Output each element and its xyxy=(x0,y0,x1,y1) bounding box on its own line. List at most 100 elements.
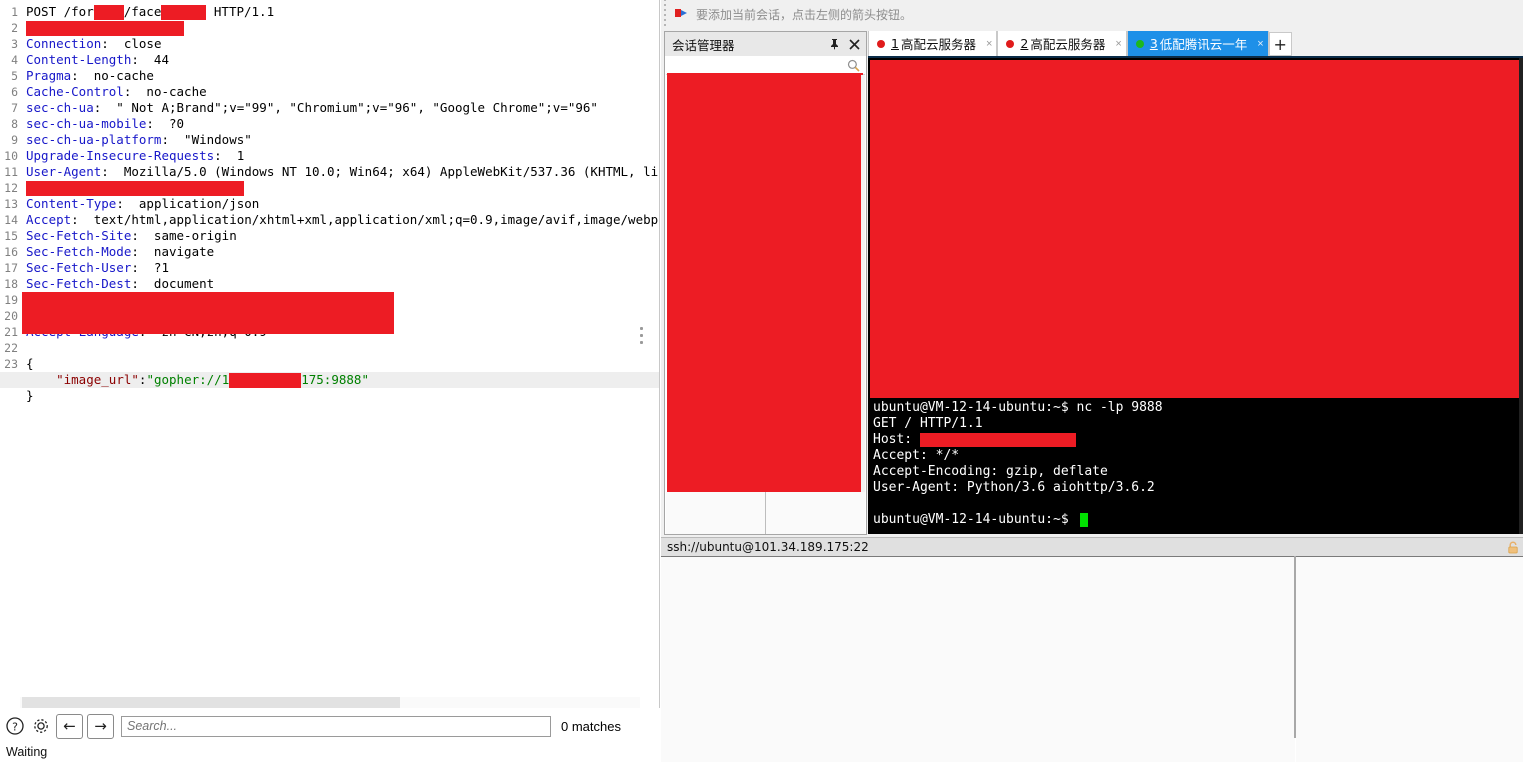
line-content: Content-Type: application/json xyxy=(26,196,259,212)
session-column-right[interactable] xyxy=(766,492,865,534)
line-number: 1 xyxy=(11,5,18,19)
toolbar-grip[interactable] xyxy=(661,0,669,29)
redaction-block xyxy=(93,5,124,20)
header-name: Content-Length xyxy=(26,52,132,67)
session-manager-columns xyxy=(666,492,865,534)
line-number: 18 xyxy=(4,277,18,291)
pin-icon[interactable] xyxy=(826,36,842,52)
question-mark-circle-icon[interactable]: ? xyxy=(4,715,26,737)
close-icon[interactable]: × xyxy=(1115,38,1121,50)
text-run: : 1 xyxy=(214,148,245,163)
code-line: 1 POST /for/face HTTP/1.1 xyxy=(0,4,659,20)
text-run: : ?1 xyxy=(131,260,169,275)
redaction-block xyxy=(229,373,302,388)
header-name: Sec-Fetch-Site xyxy=(26,228,132,243)
terminal-output: ubuntu@VM-12-14-ubuntu:~$ nc -lp 9888 GET… xyxy=(873,400,1163,528)
code-line: 23 { xyxy=(0,356,659,372)
close-icon[interactable]: × xyxy=(986,38,992,50)
header-name: User-Agent xyxy=(26,164,102,179)
gear-icon[interactable] xyxy=(30,715,52,737)
text-run xyxy=(26,372,56,387)
editor-horizontal-scrollbar[interactable] xyxy=(20,697,640,708)
tab-status-dot xyxy=(877,39,885,48)
terminal-line: Accept: */* xyxy=(873,448,1163,464)
terminal-line: Accept-Encoding: gzip, deflate xyxy=(873,464,1163,480)
close-icon[interactable]: × xyxy=(1257,38,1263,50)
json-string: "gopher://1 xyxy=(146,372,230,387)
new-tab-button[interactable]: + xyxy=(1268,32,1292,56)
text-run: : no-cache xyxy=(123,84,207,99)
editor-bottom-toolbar: ? ← → 0 matches xyxy=(0,710,660,742)
line-content: sec-ch-ua-mobile: ?0 xyxy=(26,116,184,132)
text-run: { xyxy=(26,356,34,371)
back-arrow-icon: ← xyxy=(63,717,76,735)
terminal-text: User-Agent: Python/3.6 aiohttp/3.6.2 xyxy=(873,480,1155,495)
line-content: "image_url":"gopher://1 175:9888" xyxy=(26,372,369,388)
line-number: 20 xyxy=(4,309,18,323)
terminal-tab-1[interactable]: 1 高配云服务器 × xyxy=(868,31,998,56)
svg-text:?: ? xyxy=(12,720,18,733)
terminal-view[interactable]: ubuntu@VM-12-14-ubuntu:~$ nc -lp 9888 GET… xyxy=(868,56,1523,534)
forward-arrow-icon: → xyxy=(94,717,107,735)
search-previous-button[interactable]: ← xyxy=(56,713,83,739)
terminal-line: ubuntu@VM-12-14-ubuntu:~$ xyxy=(873,512,1163,528)
terminal-tab-2[interactable]: 2 高配云服务器 × xyxy=(997,31,1127,56)
line-number: 21 xyxy=(4,325,18,339)
session-manager-panel[interactable]: 会话管理器 xyxy=(664,31,867,535)
redaction-block xyxy=(870,60,1523,398)
session-list-scrollbar[interactable] xyxy=(861,75,865,533)
header-name: Sec-Fetch-User xyxy=(26,260,132,275)
code-line: 5 Pragma: no-cache xyxy=(0,68,659,84)
header-name: sec-ch-ua-mobile xyxy=(26,116,147,131)
session-manager-title: 会话管理器 xyxy=(672,37,735,53)
code-line: 15 Sec-Fetch-Site: same-origin xyxy=(0,228,659,244)
code-line: 13 Content-Type: application/json xyxy=(0,196,659,212)
line-content: POST /for/face HTTP/1.1 xyxy=(26,4,274,20)
header-name: Sec-Fetch-Mode xyxy=(26,244,132,259)
scrollbar-thumb[interactable] xyxy=(22,697,400,708)
text-run: HTTP/1.1 xyxy=(206,4,275,19)
header-name: Accept xyxy=(26,212,72,227)
line-number: 4 xyxy=(11,53,18,67)
text-run: : 44 xyxy=(131,52,169,67)
session-manager-titlebar: 会话管理器 xyxy=(665,32,866,56)
search-next-button[interactable]: → xyxy=(87,713,114,739)
json-key: "image_url" xyxy=(56,372,139,387)
close-icon[interactable] xyxy=(846,36,862,52)
redaction-block xyxy=(919,432,1076,447)
header-name: Upgrade-Insecure-Requests xyxy=(26,148,215,163)
text-run: : ?0 xyxy=(146,116,185,131)
line-number: 2 xyxy=(11,21,18,35)
line-content: Cache-Control: no-cache xyxy=(26,84,207,100)
text-run: : "Windows" xyxy=(161,132,252,147)
http-message-editor[interactable]: 1 POST /for/face HTTP/1.1 2 3 Connection: cl… xyxy=(0,0,660,708)
tab-index: 2 xyxy=(1020,36,1029,51)
session-column-left[interactable] xyxy=(666,492,766,534)
text-run: } xyxy=(26,388,34,403)
code-line: 16 Sec-Fetch-Mode: navigate xyxy=(0,244,659,260)
code-line: 3 Connection: close xyxy=(0,36,659,52)
tab-label: 低配腾讯云一年 xyxy=(1159,37,1248,52)
line-content: Accept: text/html,application/xhtml+xml,… xyxy=(26,212,659,228)
notice-text: 要添加当前会话，点击左侧的箭头按钮。 xyxy=(696,8,913,22)
line-number: 6 xyxy=(11,85,18,99)
line-content: sec-ch-ua: " Not A;Brand";v="99", "Chrom… xyxy=(26,100,598,116)
tab-index: 1 xyxy=(891,36,899,51)
tab-label: 高配云服务器 xyxy=(900,37,976,52)
panel-drag-handle[interactable] xyxy=(637,327,645,347)
search-input[interactable] xyxy=(121,715,551,737)
http-request-code[interactable]: 1 POST /for/face HTTP/1.1 2 3 Connection: cl… xyxy=(0,4,660,690)
line-number: 16 xyxy=(4,245,18,259)
terminal-tab-3[interactable]: 3 低配腾讯云一年 × xyxy=(1126,31,1269,56)
terminal-text: Accept: */* xyxy=(873,448,960,463)
text-run: : Mozilla/5.0 (Windows NT 10.0; Win64; x… xyxy=(101,164,660,179)
terminal-scrollbar[interactable] xyxy=(1519,58,1523,534)
line-content xyxy=(26,180,244,196)
text-run: : same-origin xyxy=(131,228,237,243)
header-name: sec-ch-ua-platform xyxy=(26,132,162,147)
code-line: 11 User-Agent: Mozilla/5.0 (Windows NT 10… xyxy=(0,164,660,180)
terminal-cursor xyxy=(1079,512,1088,527)
terminal-text: Accept-Encoding: gzip, deflate xyxy=(873,464,1108,479)
terminal-line: User-Agent: Python/3.6 aiohttp/3.6.2 xyxy=(873,480,1163,496)
line-content: } xyxy=(26,388,34,404)
